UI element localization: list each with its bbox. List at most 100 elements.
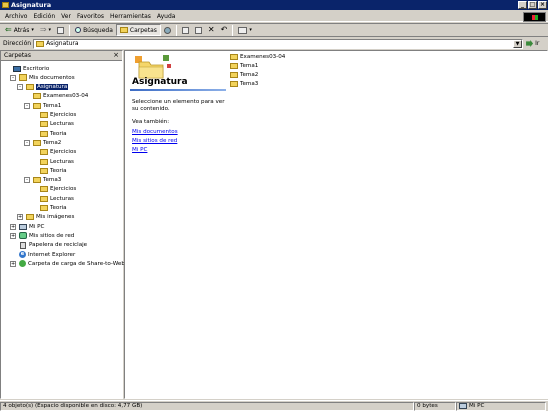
expand-icon[interactable]: + — [17, 214, 23, 221]
expand-icon[interactable]: + — [10, 260, 16, 267]
history-button[interactable] — [161, 24, 174, 36]
link-mi-pc[interactable]: Mi PC — [132, 147, 147, 153]
divider — [130, 89, 226, 91]
minimize-button[interactable]: _ — [518, 1, 527, 9]
status-objects-text: 4 objeto(s) (Espacio disponible en disco… — [3, 403, 143, 409]
tree-item-label: Internet Explorer — [28, 251, 76, 258]
back-arrow-icon: ⇐ — [5, 25, 12, 34]
folders-panel-header: Carpetas × — [1, 51, 122, 61]
tree-item-label: Mi PC — [29, 223, 45, 230]
desktop-icon — [13, 65, 21, 72]
status-bar: 4 objeto(s) (Espacio disponible en disco… — [0, 400, 548, 411]
file-name: Tema2 — [240, 71, 259, 78]
web-view-panel: Asignatura Seleccione un elemento para v… — [130, 51, 226, 153]
menu-favoritos[interactable]: Favoritos — [74, 13, 107, 20]
copy-to-button[interactable] — [192, 24, 205, 36]
windows-logo-icon — [523, 12, 546, 22]
link-mis-sitios-de-red[interactable]: Mis sitios de red — [132, 138, 177, 144]
collapse-icon[interactable]: - — [24, 177, 30, 184]
delete-icon: ✕ — [207, 25, 215, 34]
collapse-icon[interactable]: - — [24, 102, 30, 109]
tree-item[interactable]: Mis sitios de red — [19, 231, 74, 240]
my-pictures-icon — [26, 214, 34, 221]
toolbar-separator — [175, 24, 177, 36]
tree-item[interactable]: Examenes03-04 — [33, 92, 88, 101]
file-item[interactable]: Tema3 — [230, 79, 258, 88]
folder-icon — [230, 71, 238, 78]
tree-item-label: Tema2 — [43, 139, 62, 146]
link-mis-documentos[interactable]: Mis documentos — [132, 129, 178, 135]
tree-item-label: Teoria — [50, 205, 67, 211]
tree-item[interactable]: Papelera de reciclaje — [19, 241, 87, 250]
folder-icon — [33, 102, 41, 109]
address-dropdown-button[interactable]: ▼ — [513, 39, 523, 48]
undo-button[interactable]: ↶ — [218, 24, 231, 36]
content-pane: Asignatura Seleccione un elemento para v… — [124, 50, 548, 399]
tree-item[interactable]: Ejercicios — [40, 148, 76, 157]
folder-icon — [2, 2, 9, 8]
file-item[interactable]: Examenes03-04 — [230, 52, 285, 61]
tree-item-label: Teoria — [50, 130, 67, 137]
tree-item-label: Ejercicios — [50, 149, 77, 156]
tree-item[interactable]: e Internet Explorer — [19, 250, 75, 259]
tree-item[interactable]: Escritorio — [13, 64, 49, 73]
folder-icon — [230, 80, 238, 87]
address-bar: Dirección Asignatura ▼ Ir — [0, 38, 548, 49]
move-to-button[interactable] — [179, 24, 192, 36]
expand-icon[interactable]: + — [10, 223, 16, 230]
file-name: Tema1 — [240, 62, 259, 69]
forward-button[interactable]: ⇒ ▾ — [37, 24, 54, 36]
delete-button[interactable]: ✕ — [205, 24, 218, 36]
folder-icon — [33, 177, 41, 184]
menu-ayuda[interactable]: Ayuda — [154, 13, 179, 20]
folder-icon — [40, 167, 48, 174]
folder-icon — [40, 205, 48, 211]
tree-item[interactable]: Ejercicios — [40, 111, 76, 120]
tree-item[interactable]: Teoria — [40, 129, 67, 138]
tree-item[interactable]: Tema2 — [33, 138, 61, 147]
menu-edicion[interactable]: Edición — [30, 13, 58, 20]
undo-icon: ↶ — [220, 25, 228, 34]
go-button[interactable]: Ir — [526, 40, 539, 47]
tree-item[interactable]: Lecturas — [40, 157, 74, 166]
tree-item[interactable]: Teoria — [40, 204, 67, 213]
close-button[interactable]: × — [538, 1, 547, 9]
expand-icon[interactable]: + — [10, 232, 16, 239]
tree-item[interactable]: Tema3 — [33, 176, 61, 185]
folders-button[interactable]: Carpetas — [115, 24, 161, 36]
tree-item[interactable]: Lecturas — [40, 194, 74, 203]
views-button[interactable]: ▾ — [235, 24, 255, 36]
tree-item[interactable]: Tema1 — [33, 101, 61, 110]
tree-item[interactable]: Teoria — [40, 166, 67, 175]
tree-item[interactable]: Ejercicios — [40, 185, 76, 194]
close-icon[interactable]: × — [113, 52, 119, 59]
folder-icon — [40, 186, 48, 193]
search-icon — [75, 27, 82, 33]
folder-icon — [40, 121, 48, 128]
search-button[interactable]: Búsqueda — [72, 24, 116, 36]
up-button[interactable] — [54, 24, 67, 36]
menu-herramientas[interactable]: Herramientas — [107, 13, 154, 20]
maximize-button[interactable]: □ — [528, 1, 537, 9]
collapse-icon[interactable]: - — [17, 84, 23, 91]
collapse-icon[interactable]: - — [10, 74, 16, 81]
chevron-down-icon: ▾ — [31, 27, 34, 33]
file-item[interactable]: Tema1 — [230, 61, 258, 70]
status-size-text: 0 bytes — [417, 403, 438, 409]
collapse-icon[interactable]: - — [24, 139, 30, 146]
status-zone-text: Mi PC — [469, 403, 485, 409]
tree-item[interactable]: Lecturas — [40, 120, 74, 129]
tree-item[interactable]: Mis imágenes — [26, 213, 74, 222]
back-button[interactable]: ⇐ Atrás ▾ — [2, 24, 37, 36]
menu-ver[interactable]: Ver — [58, 13, 74, 20]
folder-icon — [26, 84, 34, 91]
file-item[interactable]: Tema2 — [230, 70, 258, 79]
folder-icon — [40, 130, 48, 137]
address-field[interactable]: Asignatura ▼ — [33, 38, 524, 49]
tree-item[interactable]: Mi PC — [19, 222, 44, 231]
toolbar-separator — [69, 24, 71, 36]
tree-item[interactable]: Asignatura — [26, 83, 69, 92]
menu-archivo[interactable]: Archivo — [2, 13, 30, 20]
tree-item[interactable]: Mis documentos — [19, 73, 75, 82]
tree-item[interactable]: Carpeta de carga de Share-to-Web — [19, 259, 125, 268]
